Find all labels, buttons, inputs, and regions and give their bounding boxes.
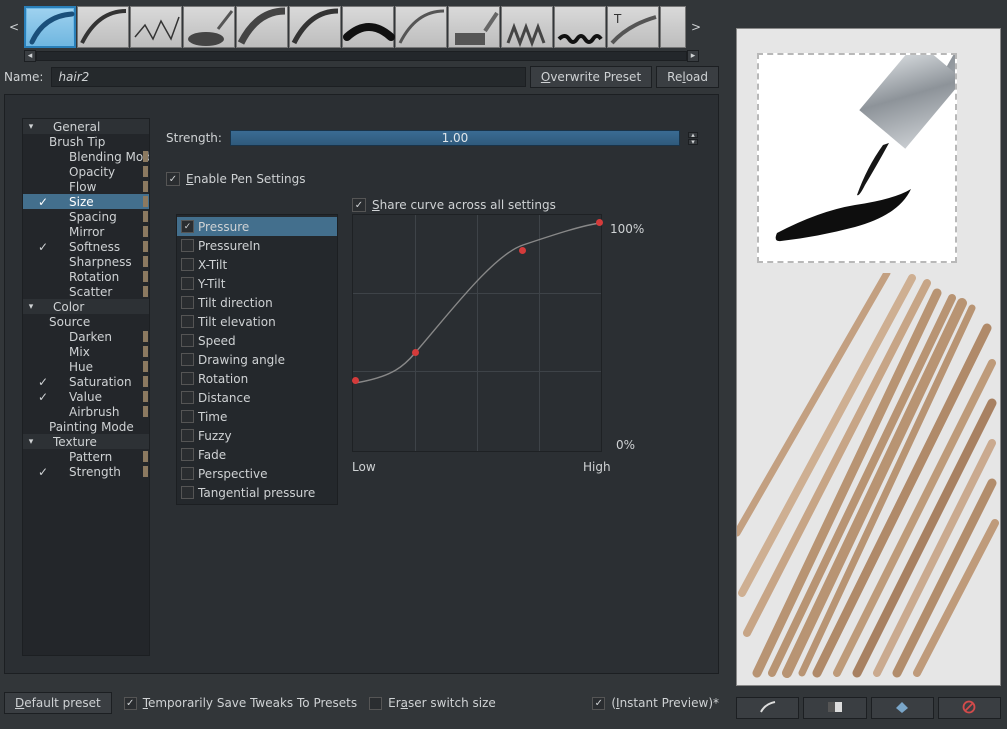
preview-fill-button[interactable] [871, 697, 934, 719]
curve-input-item[interactable]: Tilt elevation [177, 312, 337, 331]
brush-thumb[interactable] [24, 6, 76, 48]
brush-thumb[interactable] [448, 6, 500, 48]
curve-x-low-label: Low [352, 460, 376, 474]
brush-strip-next[interactable]: > [686, 20, 706, 34]
name-label: Name: [4, 70, 43, 84]
tree-item[interactable]: Painting Mode [23, 419, 149, 434]
tree-group-header[interactable]: ▾Color [23, 299, 149, 314]
reload-button[interactable]: Reload [656, 66, 719, 88]
curve-input-item[interactable]: Drawing angle [177, 350, 337, 369]
curve-input-item[interactable]: Time [177, 407, 337, 426]
tree-item[interactable]: Source [23, 314, 149, 329]
tree-item[interactable]: Spacing [23, 209, 149, 224]
gradient-icon [826, 700, 844, 717]
curve-input-item[interactable]: Perspective [177, 464, 337, 483]
curve-input-item[interactable]: Y-Tilt [177, 274, 337, 293]
curve-input-list[interactable]: ✓PressurePressureInX-TiltY-TiltTilt dire… [176, 214, 338, 505]
preview-panel [736, 28, 1001, 686]
brush-strip-prev[interactable]: < [4, 20, 24, 34]
fill-icon [893, 700, 911, 717]
brush-nib-preview [757, 53, 957, 263]
tree-item[interactable]: Brush Tip [23, 134, 149, 149]
tree-item[interactable]: Pattern [23, 449, 149, 464]
brush-thumb[interactable]: T [607, 6, 659, 48]
tree-item[interactable]: ✓Saturation [23, 374, 149, 389]
brush-preset-strip: < T > ◂ ▸ [4, 4, 719, 62]
scroll-right-icon[interactable]: ▸ [687, 50, 699, 62]
brush-thumb[interactable] [501, 6, 553, 48]
tree-item[interactable]: Flow [23, 179, 149, 194]
brush-strip-scrollbar[interactable]: ◂ ▸ [24, 50, 699, 62]
curve-input-item[interactable]: Fade [177, 445, 337, 464]
brush-icon [759, 700, 777, 717]
strength-row: Strength: 1.00 ▴▾ [166, 130, 698, 146]
preset-name-row: Name: hair2 Overwrite Preset Reload [4, 66, 719, 88]
curve-input-item[interactable]: Fuzzy [177, 426, 337, 445]
curve-input-item[interactable]: ✓Pressure [177, 217, 337, 236]
svg-text:T: T [613, 12, 622, 26]
tree-item[interactable]: ✓Strength [23, 464, 149, 479]
preview-gradient-button[interactable] [803, 697, 866, 719]
curve-input-item[interactable]: Tangential pressure [177, 483, 337, 502]
strength-label: Strength: [166, 131, 222, 145]
brush-thumb[interactable] [660, 6, 686, 48]
tree-item[interactable]: Sharpness [23, 254, 149, 269]
preview-disable-button[interactable] [938, 697, 1001, 719]
tree-item[interactable]: Scatter [23, 284, 149, 299]
tree-item[interactable]: Mix [23, 344, 149, 359]
brush-thumb[interactable] [289, 6, 341, 48]
tree-item[interactable]: Opacity [23, 164, 149, 179]
tree-item[interactable]: Rotation [23, 269, 149, 284]
bottom-bar: Default preset ✓Temporarily Save Tweaks … [4, 692, 719, 714]
curve-input-item[interactable]: PressureIn [177, 236, 337, 255]
tree-item[interactable]: Mirror [23, 224, 149, 239]
share-curve-checkbox[interactable]: ✓Share curve across all settings [352, 198, 556, 212]
tree-item[interactable]: Airbrush [23, 404, 149, 419]
eraser-switch-size-checkbox[interactable]: Eraser switch size [369, 696, 496, 710]
preview-toolbar [736, 697, 1001, 719]
brush-thumb[interactable] [77, 6, 129, 48]
enable-pen-settings-checkbox[interactable]: ✓Enable Pen Settings [166, 172, 306, 186]
tree-item[interactable]: Blending Mode [23, 149, 149, 164]
settings-tree[interactable]: ▾GeneralBrush TipBlending ModeOpacityFlo… [22, 118, 150, 656]
curve-input-item[interactable]: Tilt direction [177, 293, 337, 312]
curve-y-low-label: 0% [616, 438, 635, 452]
curve-input-item[interactable]: X-Tilt [177, 255, 337, 274]
tree-group-header[interactable]: ▾Texture [23, 434, 149, 449]
tree-item[interactable]: Hue [23, 359, 149, 374]
brush-thumb[interactable] [554, 6, 606, 48]
strength-spin[interactable]: ▴▾ [688, 132, 698, 145]
default-preset-button[interactable]: Default preset [4, 692, 112, 714]
strength-slider[interactable]: 1.00 [230, 130, 680, 146]
temp-save-checkbox[interactable]: ✓Temporarily Save Tweaks To Presets [124, 696, 357, 710]
curve-y-high-label: 100% [610, 222, 644, 236]
tree-item[interactable]: Darken [23, 329, 149, 344]
disable-icon [961, 700, 977, 717]
curve-x-high-label: High [583, 460, 611, 474]
curve-input-item[interactable]: Distance [177, 388, 337, 407]
preset-name-field[interactable]: hair2 [51, 67, 525, 87]
scroll-left-icon[interactable]: ◂ [24, 50, 36, 62]
tree-item[interactable]: ✓Softness [23, 239, 149, 254]
curve-input-item[interactable]: Speed [177, 331, 337, 350]
tree-group-header[interactable]: ▾General [23, 119, 149, 134]
curve-input-item[interactable]: Rotation [177, 369, 337, 388]
response-curve[interactable] [352, 214, 602, 452]
brush-thumb[interactable] [130, 6, 182, 48]
tree-item[interactable]: ✓Value [23, 389, 149, 404]
brush-thumbnails: T [24, 6, 686, 48]
instant-preview-checkbox[interactable]: ✓(Instant Preview)* [592, 696, 719, 710]
overwrite-preset-button[interactable]: Overwrite Preset [530, 66, 652, 88]
brush-thumb[interactable] [395, 6, 447, 48]
stroke-preview [737, 273, 1000, 685]
brush-thumb[interactable] [342, 6, 394, 48]
brush-thumb[interactable] [236, 6, 288, 48]
tree-item[interactable]: ✓Size [23, 194, 149, 209]
preview-brush-button[interactable] [736, 697, 799, 719]
brush-thumb[interactable] [183, 6, 235, 48]
